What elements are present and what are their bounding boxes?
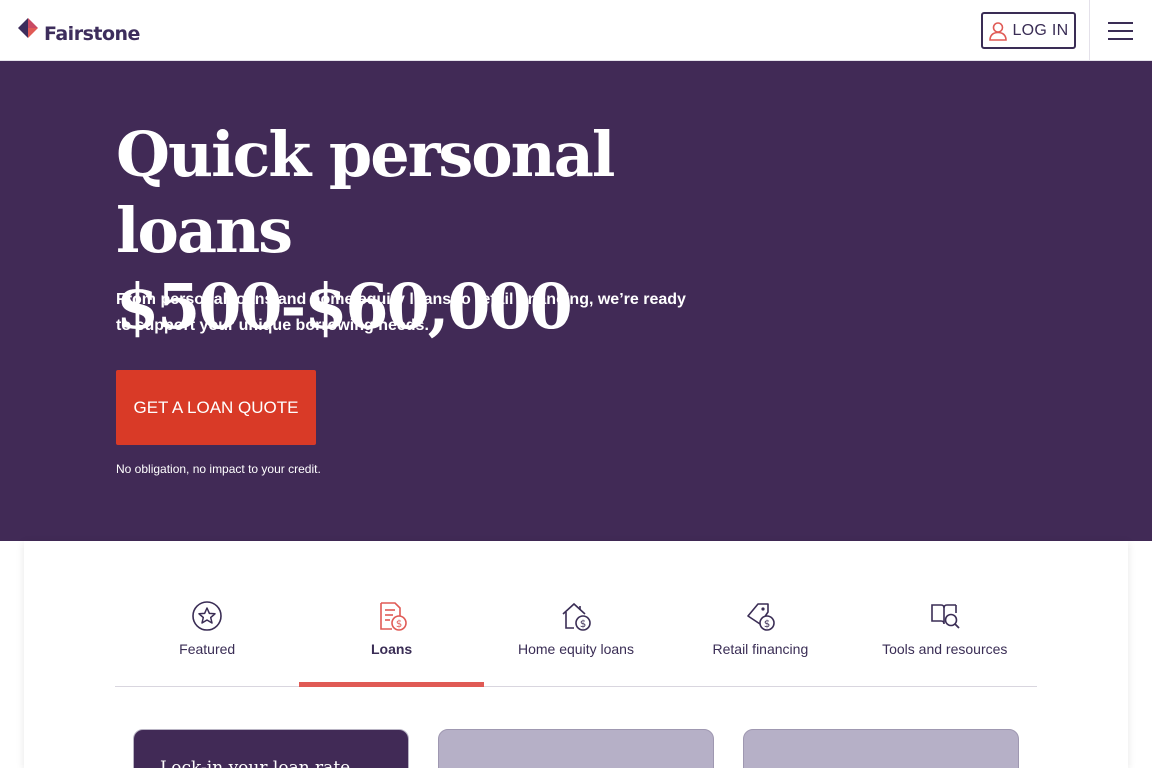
svg-text:$: $ — [395, 619, 401, 630]
products-card: Featured $ Loans $ Home equity loans $ R… — [24, 541, 1128, 768]
book-search-icon — [928, 599, 962, 633]
user-icon — [989, 21, 1008, 41]
login-button[interactable]: LOG IN — [981, 12, 1076, 49]
credit-disclaimer: No obligation, no impact to your credit. — [116, 462, 321, 476]
hero-subtitle: From personal loans and home equity loan… — [116, 291, 686, 334]
tab-retail-financing[interactable]: $ Retail financing — [668, 585, 852, 686]
star-badge-icon — [190, 599, 224, 633]
tab-home-equity-loans[interactable]: $ Home equity loans — [484, 585, 668, 686]
tab-label: Tools and resources — [882, 641, 1008, 657]
tab-featured[interactable]: Featured — [115, 585, 299, 686]
tab-label: Featured — [179, 641, 236, 657]
hero-title-line1: Quick personal loans — [116, 118, 615, 267]
tab-label: Loans — [370, 641, 413, 657]
logo-wordmark: Fairstone — [44, 23, 140, 45]
tag-dollar-icon: $ — [743, 599, 777, 633]
tab-tools-and-resources[interactable]: Tools and resources — [853, 585, 1037, 686]
loan-tile-3[interactable] — [743, 729, 1019, 768]
loan-tile-1[interactable]: Lock-in your loan rate — [133, 729, 409, 768]
hero-section: Quick personal loans $500-$60,000 From p… — [0, 61, 1152, 541]
tab-loans[interactable]: $ Loans — [299, 585, 485, 687]
loan-tile-2[interactable] — [438, 729, 714, 768]
fairstone-logo-mark-icon — [18, 18, 38, 38]
header-divider — [1089, 0, 1090, 61]
tile-heading: Lock-in your loan rate — [160, 758, 351, 768]
house-dollar-icon: $ — [559, 599, 593, 633]
get-loan-quote-button[interactable]: GET A LOAN QUOTE — [116, 370, 316, 445]
tab-label: Retail financing — [712, 641, 809, 657]
tab-label: Home equity loans — [518, 641, 634, 657]
hamburger-menu-icon[interactable] — [1106, 20, 1136, 42]
login-label: LOG IN — [1012, 21, 1069, 39]
svg-text:$: $ — [580, 619, 586, 630]
document-dollar-icon: $ — [375, 599, 409, 633]
product-tabs: Featured $ Loans $ Home equity loans $ R… — [115, 585, 1037, 687]
svg-text:$: $ — [764, 619, 770, 630]
fairstone-logo[interactable]: Fairstone — [16, 15, 140, 47]
site-header: Fairstone LOG IN — [0, 0, 1152, 61]
